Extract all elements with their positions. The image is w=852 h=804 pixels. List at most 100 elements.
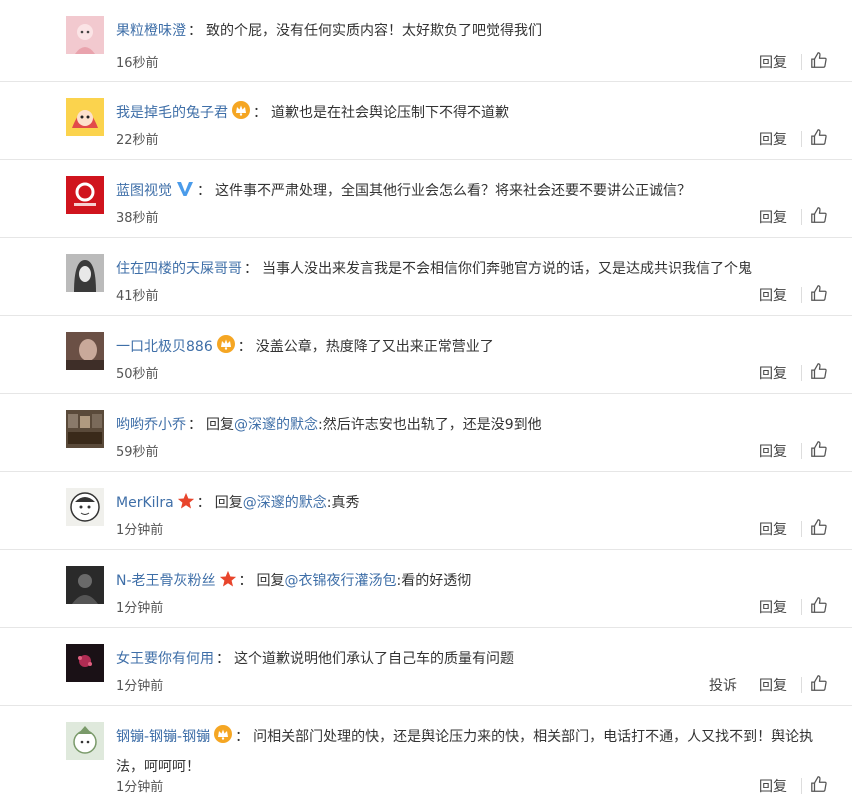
colon: ： — [253, 105, 267, 121]
reply-button[interactable]: 回复 — [759, 776, 787, 796]
username-link[interactable]: 住在四楼的天屎哥哥 — [116, 261, 242, 277]
comment-item: 住在四楼的天屎哥哥：当事人没出来发言我是不会相信你们奔驰官方说的话，又是达成共识… — [0, 238, 852, 316]
mention-link[interactable]: @深邃的默念 — [234, 417, 318, 433]
avatar[interactable] — [66, 644, 104, 682]
like-thumb-icon[interactable] — [810, 440, 828, 462]
reply-button[interactable]: 回复 — [759, 597, 787, 617]
username-link[interactable]: MerKilra — [116, 495, 174, 511]
comment-item: 一口北极贝886 ：没盖公章，热度降了又出来正常营业了 50秒前 回复 — [0, 316, 852, 394]
avatar[interactable] — [66, 488, 104, 526]
comment-content: 没盖公章，热度降了又出来正常营业了 — [255, 339, 494, 355]
action-divider — [801, 677, 802, 693]
comment-text-block: 蓝图视觉 ：这件事不严肃处理，全国其他行业会怎么看？将来社会还要不要讲公正诚信？ — [116, 178, 828, 208]
crown-icon — [213, 724, 233, 754]
action-divider — [801, 599, 802, 615]
colon: ： — [216, 651, 230, 667]
comment-actions: 回复 — [759, 51, 828, 73]
username-link[interactable]: 一口北极贝886 — [116, 339, 213, 355]
reply-prefix: 回复 — [206, 417, 234, 433]
comment-item: 蓝图视觉 ：这件事不严肃处理，全国其他行业会怎么看？将来社会还要不要讲公正诚信？ 3… — [0, 160, 852, 238]
reply-button[interactable]: 回复 — [759, 675, 787, 695]
comment-content: 这个道歉说明他们承认了自己车的质量有问题 — [234, 651, 514, 667]
comment-actions: 回复 — [759, 518, 828, 540]
username-link[interactable]: 果粒橙味澄 — [116, 23, 186, 39]
username-link[interactable]: 哟哟乔小乔 — [116, 417, 186, 433]
comment-text-block: 钢镚-钢镚-钢镚：问相关部门处理的快，还是舆论压力来的快，相关部门，电话打不通，… — [116, 724, 828, 781]
avatar[interactable] — [66, 332, 104, 370]
comment-time: 1分钟前 — [116, 679, 164, 694]
comment-content: 道歉也是在社会舆论压制下不得不道歉 — [271, 105, 509, 121]
avatar[interactable] — [66, 410, 104, 448]
comment-time: 1分钟前 — [116, 780, 164, 795]
avatar[interactable] — [66, 16, 104, 54]
comment-list: 果粒橙味澄：致的个屁，没有任何实质内容！太好欺负了吧觉得我们 16秒前 回复 我是掉毛… — [0, 0, 852, 804]
avatar[interactable] — [66, 176, 104, 214]
comment-item: 女王要你有何用：这个道歉说明他们承认了自己车的质量有问题 1分钟前 投诉 回复 — [0, 628, 852, 706]
reply-button[interactable]: 回复 — [759, 441, 787, 461]
reply-prefix: 回复 — [214, 495, 243, 511]
like-thumb-icon[interactable] — [810, 775, 828, 797]
comment-actions: 回复 — [759, 128, 828, 150]
colon: ： — [188, 23, 202, 39]
comment-content: 致的个屁，没有任何实质内容！太好欺负了吧觉得我们 — [206, 23, 542, 39]
username-link[interactable]: 蓝图视觉 — [116, 183, 172, 199]
comment-text-block: 哟哟乔小乔：回复@深邃的默念:然后许志安也出轨了，还是没9到他 — [116, 412, 828, 439]
comment-content: 当事人没出来发言我是不会相信你们奔驰官方说的话，又是达成共识我信了个鬼 — [262, 261, 752, 277]
action-divider — [801, 521, 802, 537]
report-button[interactable]: 投诉 — [709, 675, 737, 695]
comment-item: 钢镚-钢镚-钢镚：问相关部门处理的快，还是舆论压力来的快，相关部门，电话打不通，… — [0, 706, 852, 804]
comment-content: :看的好透彻 — [396, 573, 472, 589]
reply-button[interactable]: 回复 — [759, 129, 787, 149]
colon: ： — [238, 573, 253, 589]
colon: ： — [237, 339, 252, 355]
comment-text-block: 一口北极贝886 ：没盖公章，热度降了又出来正常营业了 — [116, 334, 828, 364]
reply-button[interactable]: 回复 — [759, 285, 787, 305]
colon: ： — [196, 495, 211, 511]
mention-link[interactable]: @衣锦夜行灌汤包 — [285, 573, 397, 589]
reply-button[interactable]: 回复 — [759, 52, 787, 72]
reply-button[interactable]: 回复 — [759, 363, 787, 383]
like-thumb-icon[interactable] — [810, 518, 828, 540]
like-thumb-icon[interactable] — [810, 674, 828, 696]
username-link[interactable]: 女王要你有何用 — [116, 651, 214, 667]
avatar[interactable] — [66, 722, 104, 760]
like-thumb-icon[interactable] — [810, 284, 828, 306]
comment-content: 这件事不严肃处理，全国其他行业会怎么看？将来社会还要不要讲公正诚信？ — [215, 183, 691, 199]
like-thumb-icon[interactable] — [810, 128, 828, 150]
comment-time: 16秒前 — [116, 56, 159, 71]
colon: ： — [188, 417, 202, 433]
verified-v-icon — [175, 180, 195, 208]
comment-time: 1分钟前 — [116, 523, 164, 538]
comment-actions: 回复 — [759, 596, 828, 618]
avatar[interactable] — [66, 566, 104, 604]
avatar[interactable] — [66, 254, 104, 292]
comment-time: 41秒前 — [116, 289, 159, 304]
username-link[interactable]: N-老王骨灰粉丝 — [116, 573, 216, 589]
comment-actions: 回复 — [759, 440, 828, 462]
colon: ： — [235, 729, 250, 745]
crown-icon — [231, 100, 251, 130]
comment-content: :真秀 — [326, 495, 360, 511]
username-link[interactable]: 我是掉毛的兔子君 — [116, 105, 228, 121]
like-thumb-icon[interactable] — [810, 206, 828, 228]
comment-actions: 投诉 回复 — [709, 674, 828, 696]
avatar[interactable] — [66, 98, 104, 136]
like-thumb-icon[interactable] — [810, 51, 828, 73]
like-thumb-icon[interactable] — [810, 362, 828, 384]
like-thumb-icon[interactable] — [810, 596, 828, 618]
action-divider — [801, 287, 802, 303]
comment-text-block: 住在四楼的天屎哥哥：当事人没出来发言我是不会相信你们奔驰官方说的话，又是达成共识… — [116, 256, 828, 283]
reply-button[interactable]: 回复 — [759, 519, 787, 539]
action-divider — [801, 54, 802, 70]
reply-prefix: 回复 — [256, 573, 285, 589]
action-divider — [801, 209, 802, 225]
action-divider — [801, 365, 802, 381]
username-link[interactable]: 钢镚-钢镚-钢镚 — [116, 729, 210, 745]
comment-actions: 回复 — [759, 362, 828, 384]
reply-button[interactable]: 回复 — [759, 207, 787, 227]
star-icon — [219, 570, 237, 598]
comment-time: 38秒前 — [116, 211, 159, 226]
mention-link[interactable]: @深邃的默念 — [243, 495, 327, 511]
comment-time: 59秒前 — [116, 445, 159, 460]
comment-item: N-老王骨灰粉丝：回复@衣锦夜行灌汤包:看的好透彻 1分钟前 回复 — [0, 550, 852, 628]
